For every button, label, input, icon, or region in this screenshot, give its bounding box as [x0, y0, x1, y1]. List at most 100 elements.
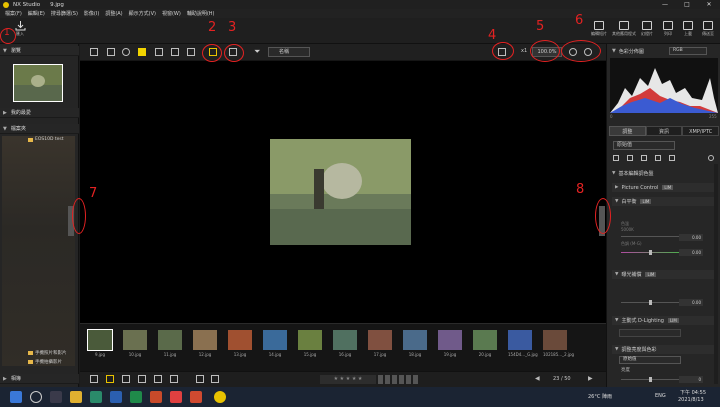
- filmstrip-thumbnail[interactable]: 12.jpg: [193, 330, 217, 358]
- single-view-icon[interactable]: [138, 48, 146, 56]
- filmstrip-thumbnail[interactable]: 17.jpg: [368, 330, 392, 358]
- exposure-knob[interactable]: [649, 300, 652, 305]
- menu-window[interactable]: 視窗(W): [162, 10, 181, 17]
- start-windows-icon[interactable]: [10, 391, 22, 403]
- filmstrip-thumbnail[interactable]: 102185..._2.jpg: [543, 330, 574, 358]
- histogram-icon[interactable]: [170, 375, 178, 383]
- menu-edit[interactable]: 編輯(E): [28, 10, 45, 17]
- powerpoint-icon[interactable]: [150, 391, 162, 403]
- crop-icon[interactable]: [641, 155, 647, 161]
- section-basic-palette[interactable]: ▼ 基本編輯調色盤: [609, 169, 719, 178]
- filmstrip-thumbnail[interactable]: 14.jpg: [263, 330, 287, 358]
- menu-adjust[interactable]: 調整(A): [105, 10, 122, 17]
- filmstrip-thumbnail[interactable]: 11.jpg: [158, 330, 182, 358]
- file-explorer-icon[interactable]: [70, 391, 82, 403]
- rotate-right-icon[interactable]: [211, 375, 219, 383]
- copy-adjust-icon[interactable]: [613, 155, 619, 161]
- send-to-button[interactable]: 傳送至: [698, 21, 718, 41]
- filmstrip-thumbnail[interactable]: 10.jpg: [123, 330, 147, 358]
- section-brightness-color[interactable]: ▼ 調整亮度與色彩: [612, 345, 716, 354]
- compare-view-icon[interactable]: [171, 48, 179, 56]
- map-view-icon[interactable]: [122, 48, 130, 56]
- list-view-icon[interactable]: [107, 48, 115, 56]
- metadata-icon[interactable]: [122, 375, 130, 383]
- stack-icon[interactable]: [90, 375, 98, 383]
- rotate-left-icon[interactable]: [196, 375, 204, 383]
- section-picture-control[interactable]: ▶ Picture Control LIM: [612, 183, 716, 192]
- maximize-button[interactable]: □: [676, 0, 698, 9]
- filmstrip-thumbnail[interactable]: 13.jpg: [228, 330, 252, 358]
- section-folders[interactable]: ▼ 檔案夾: [0, 124, 79, 134]
- brightness-preset-select[interactable]: 原始值: [619, 356, 681, 364]
- folder-item[interactable]: EOS10D test: [28, 137, 64, 142]
- right-panel-scrollbar[interactable]: [714, 164, 718, 384]
- minimize-button[interactable]: —: [654, 0, 676, 9]
- zoom-ratio-badge[interactable]: x1: [521, 48, 527, 54]
- chrome-icon[interactable]: [170, 391, 182, 403]
- retouch-brush-icon[interactable]: [627, 155, 633, 161]
- task-view-icon[interactable]: [50, 391, 62, 403]
- label-icon[interactable]: [106, 375, 114, 383]
- section-favorites[interactable]: ▶ 我的最愛: [0, 108, 79, 118]
- preset-select[interactable]: 原始值: [613, 141, 675, 150]
- rating-stars[interactable]: ★ ★ ★ ★ ★: [320, 375, 376, 384]
- excel-icon[interactable]: [130, 391, 142, 403]
- slideshow-button[interactable]: 幻燈片: [637, 21, 657, 41]
- filter-icon[interactable]: ⏷: [254, 47, 260, 57]
- next-image-button[interactable]: ▶: [588, 375, 593, 382]
- other-apps-button[interactable]: 其他應用程式: [612, 21, 636, 41]
- folder-item[interactable]: 手機照片和影片: [28, 350, 67, 356]
- grid-icon[interactable]: [138, 375, 146, 383]
- section-albums[interactable]: ▶ 相簿: [0, 374, 79, 384]
- filmstrip-thumbnail[interactable]: 16.jpg: [333, 330, 357, 358]
- filmstrip-thumbnail[interactable]: 20.jpg: [473, 330, 497, 358]
- section-exposure[interactable]: ▼ 曝光補償 LIM: [612, 270, 716, 279]
- section-active-d-lighting[interactable]: ▼ 主動式 D-Lighting LIM: [612, 316, 716, 325]
- section-white-balance[interactable]: ▼ 白平衡 LIM: [612, 197, 716, 206]
- app-icon[interactable]: [90, 391, 102, 403]
- compare-two-icon[interactable]: [187, 48, 195, 56]
- browse-preview-thumbnail[interactable]: [13, 64, 63, 102]
- brightness-knob[interactable]: [649, 377, 652, 382]
- wb-tint-value[interactable]: 0.00: [679, 249, 703, 256]
- prev-image-button[interactable]: ◀: [535, 375, 540, 382]
- info-icon[interactable]: [154, 375, 162, 383]
- section-browse[interactable]: ▼ 瀏覽: [0, 46, 79, 56]
- grid-view-icon[interactable]: [90, 48, 98, 56]
- print-button[interactable]: 列印: [658, 21, 678, 41]
- d-lighting-select[interactable]: [619, 329, 681, 337]
- menu-image[interactable]: 影像(I): [84, 10, 99, 17]
- filmstrip-thumbnail[interactable]: 18.jpg: [403, 330, 427, 358]
- straighten-icon[interactable]: [655, 155, 661, 161]
- settings-gear-icon[interactable]: [708, 155, 714, 161]
- nx-studio-taskbar-icon[interactable]: [214, 391, 226, 403]
- close-button[interactable]: ✕: [698, 0, 720, 9]
- undo-icon[interactable]: [669, 155, 675, 161]
- sort-select[interactable]: 名稱: [268, 47, 310, 57]
- menu-search-filter[interactable]: 搜尋篩選(S): [51, 10, 78, 17]
- filmstrip-thumbnail[interactable]: 19.jpg: [438, 330, 462, 358]
- search-icon[interactable]: [30, 391, 42, 403]
- folder-item[interactable]: 手機拍攝影片: [28, 359, 62, 365]
- wb-temp-slider[interactable]: [621, 236, 681, 237]
- filmstrip-view-icon[interactable]: [155, 48, 163, 56]
- tab-adjust[interactable]: 調整: [609, 126, 646, 136]
- upload-button[interactable]: 上載: [678, 21, 698, 41]
- image-viewer[interactable]: [80, 61, 606, 323]
- brightness-value[interactable]: 0: [679, 376, 703, 383]
- app-icon[interactable]: [190, 391, 202, 403]
- histogram-mode-select[interactable]: RGB: [669, 47, 707, 55]
- wb-temp-value[interactable]: 0.00: [679, 234, 703, 241]
- main-photo[interactable]: [270, 139, 411, 245]
- wb-tint-knob[interactable]: [649, 250, 652, 255]
- weather-text[interactable]: 26°C 陣雨: [588, 393, 612, 400]
- tab-info[interactable]: 資訊: [645, 126, 683, 136]
- filmstrip-thumbnail[interactable]: 15.jpg: [298, 330, 322, 358]
- tab-xmp-iptc[interactable]: XMP/IPTC: [682, 126, 720, 136]
- word-icon[interactable]: [110, 391, 122, 403]
- edit-movie-button[interactable]: 編輯短片: [589, 21, 609, 41]
- filmstrip-thumbnail[interactable]: 9.jpg: [87, 329, 113, 358]
- menu-file[interactable]: 檔案(F): [5, 10, 22, 17]
- filmstrip-thumbnail[interactable]: 154D4..._G.jpg: [508, 330, 538, 358]
- color-labels[interactable]: [378, 375, 426, 384]
